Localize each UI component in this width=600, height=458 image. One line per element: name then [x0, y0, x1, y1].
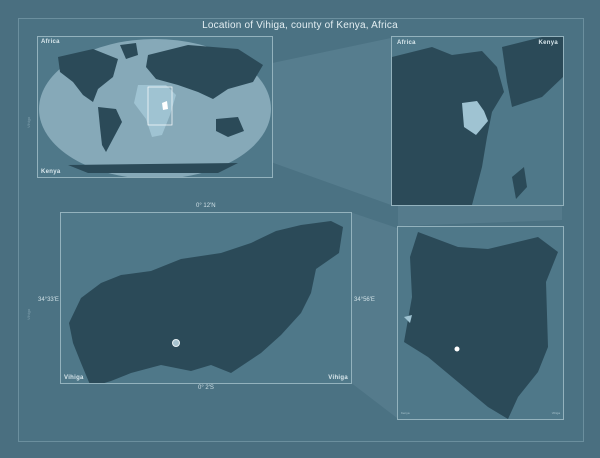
lon-left-label: 34°33'E [38, 297, 59, 303]
county-map-panel: Vihiga Vihiga [60, 212, 352, 384]
kenya-label-left: Kenya [401, 411, 410, 415]
africa-map [392, 37, 563, 205]
world-label-kenya: Kenya [41, 169, 61, 175]
lat-bottom-label: 0° 2'S [198, 385, 214, 391]
county-name-left: Vihiga [64, 375, 84, 381]
kenya-label-right: Vihiga [551, 411, 560, 415]
world-map [39, 39, 271, 177]
county-name-right: Vihiga [328, 375, 348, 381]
lon-right-label: 34°56'E [354, 297, 375, 303]
africa-label-left: Africa [397, 40, 416, 46]
county-map [69, 221, 343, 383]
africa-label-right: Kenya [538, 40, 558, 46]
world-label-africa: Africa [41, 39, 60, 45]
africa-map-panel: Africa Kenya [391, 36, 564, 206]
world-map-panel: Africa Kenya [37, 36, 273, 178]
kenya-map-panel: Kenya Vihiga [397, 226, 564, 420]
kenya-map [404, 232, 558, 419]
lat-top-label: 0° 12'N [196, 203, 216, 209]
